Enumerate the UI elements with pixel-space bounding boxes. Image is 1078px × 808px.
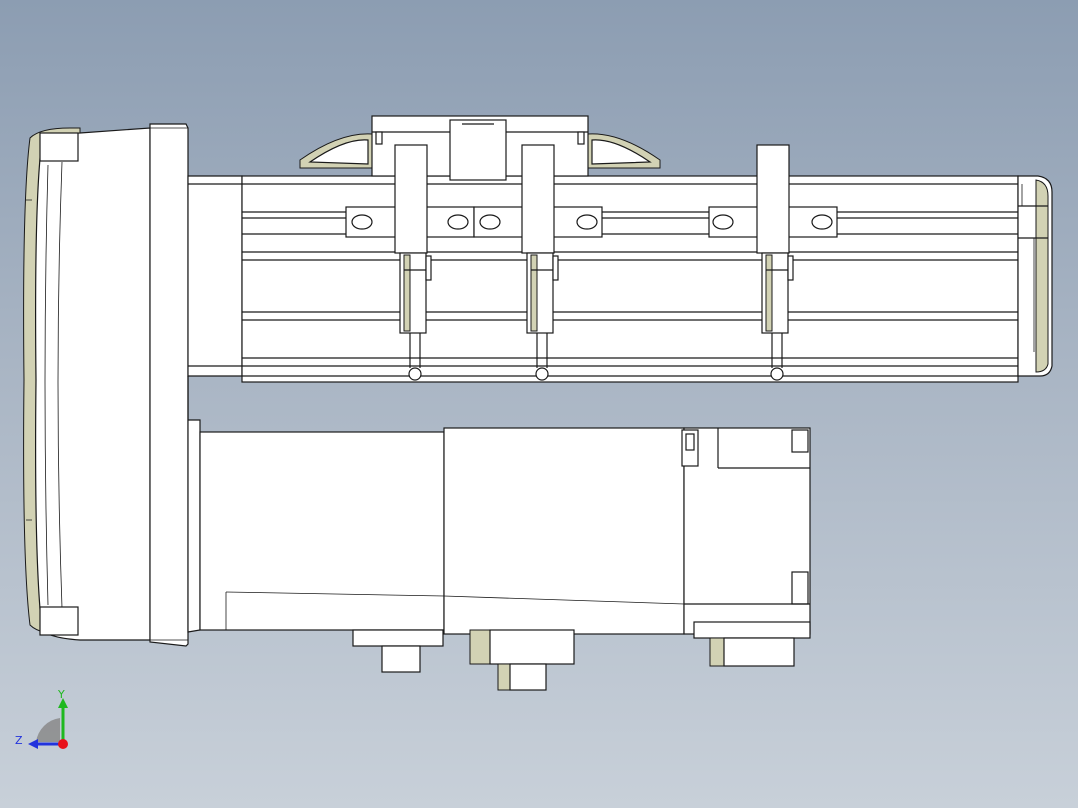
rail-end-cap[interactable] bbox=[1017, 175, 1053, 377]
triad-y-label: Y bbox=[57, 688, 65, 701]
triad-z-arrow bbox=[28, 739, 38, 749]
motor-connector-1[interactable] bbox=[352, 629, 444, 673]
end-cap[interactable] bbox=[23, 123, 189, 647]
graphics-viewport[interactable]: Y Z bbox=[0, 0, 1078, 808]
triad-x-origin bbox=[58, 739, 68, 749]
triad-plane-arc bbox=[36, 718, 60, 742]
cad-model-view[interactable] bbox=[0, 0, 1078, 808]
servo-motor[interactable] bbox=[199, 427, 811, 635]
motor-connector-3[interactable] bbox=[693, 621, 811, 667]
slider-carriage[interactable] bbox=[299, 115, 661, 181]
motor-connector-2[interactable] bbox=[469, 629, 575, 691]
coordinate-triad: Y Z bbox=[15, 688, 68, 749]
triad-z-label: Z bbox=[15, 734, 23, 747]
